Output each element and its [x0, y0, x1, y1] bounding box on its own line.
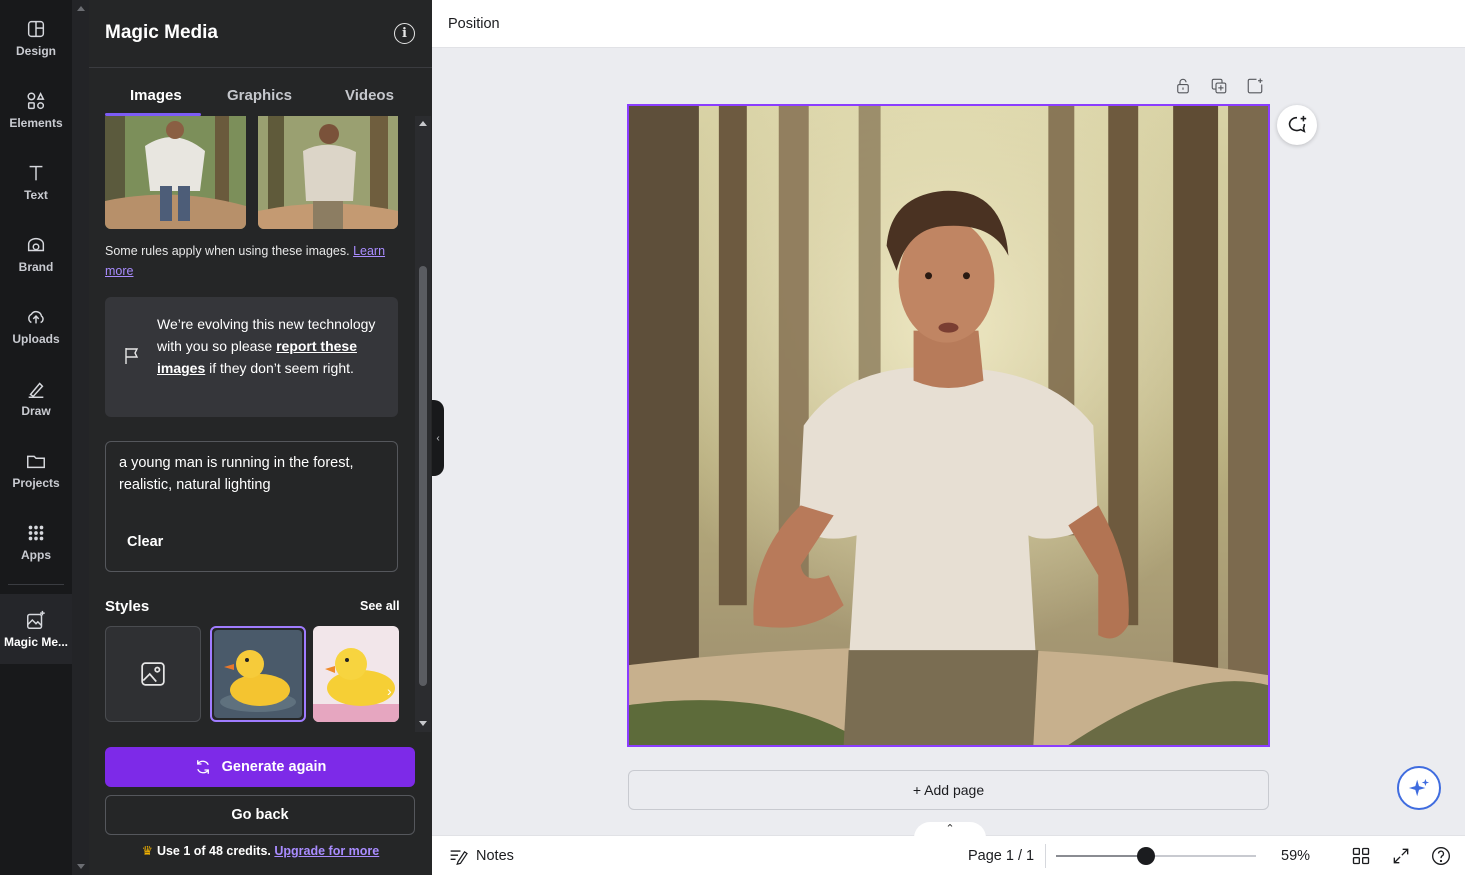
- style-option-selected[interactable]: [210, 626, 306, 722]
- rail-item-label: Text: [24, 188, 48, 202]
- zoom-percentage[interactable]: 59%: [1281, 848, 1310, 864]
- rail-item-label: Draw: [21, 404, 51, 418]
- add-page-icon[interactable]: [1246, 77, 1264, 95]
- rail-item-label: Projects: [12, 476, 60, 490]
- grid-view-icon[interactable]: [1351, 846, 1371, 866]
- panel-header: Magic Media i: [89, 0, 432, 68]
- rail-item-label: Design: [15, 44, 56, 58]
- rail-item-elements[interactable]: Elements: [0, 77, 72, 143]
- tab-graphics[interactable]: Graphics: [227, 87, 292, 104]
- magic-assistant-button[interactable]: [1397, 766, 1441, 810]
- upgrade-link[interactable]: Upgrade for more: [274, 844, 379, 858]
- rail-item-label: Brand: [18, 260, 54, 274]
- style-none-option[interactable]: [105, 626, 201, 722]
- comment-icon: [1288, 115, 1307, 133]
- rail-item-text[interactable]: Text: [0, 149, 72, 215]
- rail-item-apps[interactable]: Apps: [0, 509, 72, 575]
- apps-icon: [28, 525, 44, 541]
- scroll-down-arrow-icon[interactable]: [77, 864, 85, 869]
- chevron-up-icon[interactable]: ⌃: [914, 822, 986, 838]
- scroll-down-arrow-icon[interactable]: [419, 721, 427, 726]
- sparkle-icon: [1408, 778, 1430, 797]
- scroll-up-arrow-icon[interactable]: [419, 121, 427, 126]
- rubber-duck-style-image: [313, 626, 399, 722]
- rubber-duck-style-image: [214, 630, 302, 718]
- rail-scrollbar[interactable]: [72, 0, 89, 875]
- panel-title: Magic Media: [105, 22, 218, 43]
- rail-item-design[interactable]: Design: [0, 5, 72, 71]
- design-canvas[interactable]: [627, 104, 1270, 747]
- rail-item-uploads[interactable]: Uploads: [0, 293, 72, 359]
- generated-image-thumbnail[interactable]: [105, 116, 246, 229]
- notes-icon: [450, 850, 468, 865]
- prompt-text[interactable]: a young man is running in the forest, re…: [119, 452, 389, 496]
- flag-icon: [125, 348, 139, 364]
- projects-icon: [27, 455, 45, 469]
- design-icon: [27, 20, 45, 38]
- rail-item-label: Uploads: [12, 332, 60, 346]
- brand-icon: [27, 237, 45, 252]
- generated-image-thumbnail[interactable]: [258, 116, 398, 229]
- panel-tabs: Images Graphics Videos: [105, 68, 415, 116]
- credits-notice: ♛ Use 1 of 48 credits. Upgrade for more: [89, 843, 432, 858]
- rules-text: Some rules apply when using these images…: [105, 244, 350, 258]
- rules-notice: Some rules apply when using these images…: [105, 241, 405, 281]
- magic-media-panel: Magic Media i Images Graphics Videos Som…: [89, 0, 432, 875]
- clear-button[interactable]: Clear: [127, 534, 163, 550]
- scrollbar-thumb[interactable]: [419, 266, 427, 686]
- feedback-notice: We’re evolving this new technology with …: [105, 297, 398, 417]
- rail-item-brand[interactable]: Brand: [0, 221, 72, 287]
- duplicate-page-icon[interactable]: [1210, 77, 1228, 95]
- left-rail: Design Elements Text Brand Uploads Draw …: [0, 0, 72, 875]
- see-all-link[interactable]: See all: [360, 599, 400, 613]
- editor-toolbar: Position: [432, 0, 1465, 48]
- prompt-textarea[interactable]: a young man is running in the forest, re…: [105, 441, 398, 572]
- help-icon[interactable]: [1431, 846, 1451, 866]
- draw-icon: [28, 382, 44, 398]
- rail-item-label: Apps: [21, 548, 51, 562]
- rail-item-magic-media[interactable]: Magic Me...: [0, 594, 72, 664]
- style-option[interactable]: [313, 626, 399, 722]
- go-back-button[interactable]: Go back: [105, 795, 415, 835]
- magic-media-icon: [27, 610, 45, 629]
- scroll-up-arrow-icon[interactable]: [77, 6, 85, 11]
- rail-item-label: Magic Me...: [3, 635, 68, 649]
- divider: [1045, 844, 1046, 868]
- zoom-slider-handle[interactable]: [1137, 847, 1155, 865]
- elements-icon: [27, 92, 45, 110]
- add-page-button[interactable]: + Add page: [628, 770, 1269, 810]
- feedback-text-post: if they don’t seem right.: [209, 360, 354, 376]
- bottom-bar: ⌃ Notes Page 1 / 1 59%: [432, 822, 1465, 875]
- zoom-slider[interactable]: [1056, 847, 1256, 865]
- notes-button[interactable]: Notes: [448, 847, 514, 865]
- rail-item-projects[interactable]: Projects: [0, 437, 72, 503]
- lock-icon[interactable]: [1174, 77, 1192, 95]
- rail-divider: [8, 584, 64, 585]
- add-comment-button[interactable]: [1277, 105, 1317, 145]
- refresh-icon: [196, 760, 209, 774]
- notes-label: Notes: [476, 848, 514, 864]
- position-button[interactable]: Position: [448, 16, 500, 32]
- credits-text: Use 1 of 48 credits.: [156, 844, 271, 858]
- styles-heading: Styles: [105, 598, 150, 615]
- zoom-slider-fill: [1056, 855, 1146, 857]
- rail-item-draw[interactable]: Draw: [0, 365, 72, 431]
- page-indicator[interactable]: Page 1 / 1: [968, 848, 1034, 864]
- chevron-right-icon[interactable]: ›: [387, 683, 392, 699]
- generate-again-button[interactable]: Generate again: [105, 747, 415, 787]
- image-icon: [141, 662, 165, 686]
- collapse-panel-chevron-icon[interactable]: ‹: [432, 400, 444, 476]
- feedback-text: We’re evolving this new technology with …: [157, 313, 387, 379]
- text-icon: [29, 165, 43, 181]
- crown-icon: ♛: [141, 844, 153, 858]
- generate-again-label: Generate again: [221, 759, 327, 775]
- uploads-icon: [28, 310, 44, 324]
- rail-item-label: Elements: [9, 116, 63, 130]
- running-man-photo: [629, 106, 1268, 745]
- panel-scrollbar[interactable]: [415, 116, 431, 732]
- tab-images[interactable]: Images: [130, 87, 182, 104]
- info-icon[interactable]: i: [394, 23, 415, 44]
- fullscreen-icon[interactable]: [1391, 846, 1411, 866]
- tab-videos[interactable]: Videos: [345, 87, 394, 104]
